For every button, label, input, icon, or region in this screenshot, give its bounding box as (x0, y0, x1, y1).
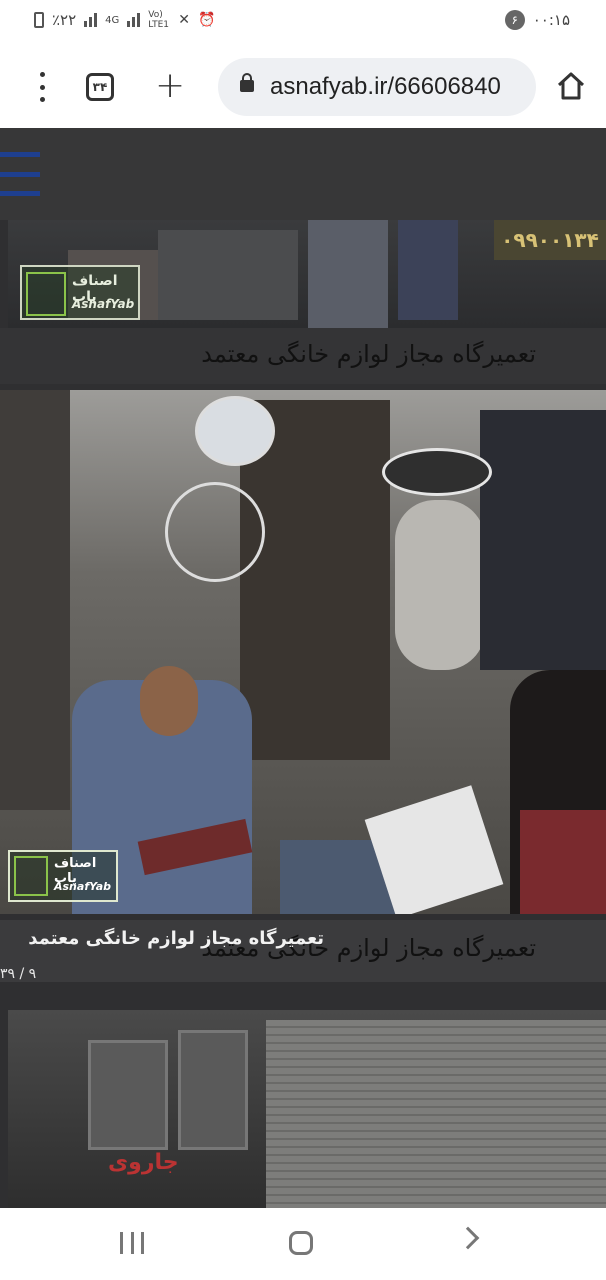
slide-counter: ۳۹ / ۹ (0, 966, 37, 982)
status-bar: ٪۲۲ 4G Vo) LTE1 ✕ ⏰ ۶ ۰۰:۱۵ (0, 0, 606, 44)
lock-icon (240, 73, 254, 92)
system-nav-bar (0, 1208, 606, 1280)
signal-icon-2 (127, 13, 141, 27)
washer-plate (195, 396, 275, 466)
network-type: 4G (105, 14, 120, 26)
more-menu-icon[interactable] (30, 72, 54, 102)
home-button-icon[interactable] (289, 1231, 313, 1255)
status-right: ۶ ۰۰:۱۵ (504, 10, 570, 30)
lamp-shade (382, 448, 492, 496)
clock: ۰۰:۱۵ (532, 11, 570, 29)
house-logo-icon (14, 856, 48, 896)
logo-text-en: AsnafYab (72, 297, 135, 311)
browser-toolbar: ۳۴ + asnafyab.ir/66606840 (0, 52, 606, 122)
listing-photo-3[interactable]: جاروی (8, 1010, 606, 1208)
customer-coat (520, 810, 606, 914)
hoses (395, 500, 485, 670)
shop-shutter (266, 1020, 606, 1208)
back-icon[interactable] (456, 1226, 480, 1250)
home-icon[interactable] (555, 70, 587, 102)
fan-shape (165, 482, 265, 582)
alarm-icon: ⏰ (198, 12, 216, 28)
appliance-box (308, 220, 388, 328)
address-bar[interactable]: asnafyab.ir/66606840 (218, 58, 536, 116)
battery-level: ٪۲۲ (52, 11, 77, 29)
web-page: ۰۹۹۰۰۱۳۴ اصناف یاب AsnafYab تعمیرگاه مجا… (0, 128, 606, 1208)
listing-title-bar-2[interactable]: تعمیرگاه مجاز لوازم خانگی معتمد تعمیرگاه… (0, 920, 606, 982)
listing-image-1[interactable]: ۰۹۹۰۰۱۳۴ اصناف یاب AsnafYab (8, 220, 606, 328)
recent-apps-icon[interactable] (120, 1232, 144, 1254)
site-logo-watermark: اصناف یاب AsnafYab (8, 850, 118, 902)
dark-shelf-right (480, 410, 606, 670)
technician-head (140, 666, 198, 736)
site-logo: اصناف یاب AsnafYab (20, 265, 140, 320)
hamburger-menu-icon[interactable] (0, 152, 40, 196)
mute-icon: ✕ (178, 12, 191, 28)
shelf-decor (158, 230, 298, 320)
window-shape (178, 1030, 248, 1150)
new-tab-icon[interactable]: + (155, 68, 185, 104)
tab-switcher-button[interactable]: ۳۴ (86, 73, 114, 101)
battery-icon (34, 12, 44, 28)
slide-caption: تعمیرگاه مجاز لوازم خانگی معتمد (28, 928, 324, 949)
phone-banner: ۰۹۹۰۰۱۳۴ (494, 220, 606, 260)
listing-title-1[interactable]: تعمیرگاه مجاز لوازم خانگی معتمد (201, 340, 536, 368)
house-logo-icon (26, 272, 66, 316)
url-text: asnafyab.ir/66606840 (270, 73, 501, 100)
status-left: ٪۲۲ 4G Vo) LTE1 ✕ ⏰ (34, 10, 215, 30)
window-shape (88, 1040, 168, 1150)
site-header (0, 128, 606, 220)
signal-icon (84, 13, 98, 27)
shop-sign: جاروی (108, 1150, 179, 1175)
listing-photo-2[interactable]: اصناف یاب AsnafYab (0, 390, 606, 914)
left-cabinet (0, 390, 70, 810)
notification-badge: ۶ (504, 10, 525, 30)
volte-label: Vo) LTE1 (148, 10, 169, 30)
appliance-box-2 (398, 220, 458, 320)
listing-title-bar-1[interactable]: تعمیرگاه مجاز لوازم خانگی معتمد (0, 328, 606, 384)
logo-text-en: AsnafYab (54, 880, 112, 893)
